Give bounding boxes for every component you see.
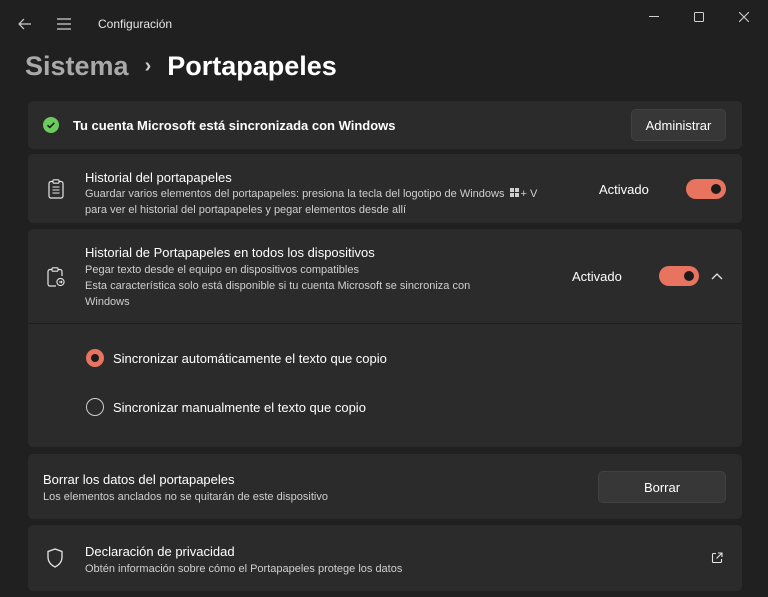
external-link-icon[interactable]: [709, 550, 725, 566]
close-icon: [739, 12, 749, 22]
clear-clipboard-description: Los elementos anclados no se quitarán de…: [43, 491, 328, 503]
sync-manual-label[interactable]: Sincronizar manualmente el texto que cop…: [113, 400, 366, 415]
clipboard-sync-title: Historial de Portapapeles en todos los d…: [85, 245, 375, 260]
close-button[interactable]: [721, 0, 767, 34]
clipboard-sync-description: Pegar texto desde el equipo en dispositi…: [85, 262, 555, 310]
section-divider: [28, 323, 742, 324]
sync-manual-radio[interactable]: [86, 398, 104, 416]
privacy-statement-card[interactable]: Declaración de privacidad Obtén informac…: [28, 525, 742, 591]
clipboard-history-desc-key: + V: [520, 188, 538, 200]
clipboard-sync-desc-line2: Esta característica solo está disponible…: [85, 280, 471, 292]
title-bar: Configuración: [0, 0, 768, 48]
breadcrumb-separator: ›: [144, 54, 152, 77]
minimize-button[interactable]: [631, 0, 677, 34]
clipboard-history-description: Guardar varios elementos del portapapele…: [85, 186, 595, 218]
clear-button[interactable]: Borrar: [598, 471, 726, 503]
sync-auto-radio[interactable]: [86, 349, 104, 367]
clear-clipboard-title: Borrar los datos del portapapeles: [43, 472, 235, 487]
clipboard-history-state: Activado: [599, 182, 649, 197]
clipboard-sync-icon: [46, 266, 66, 288]
clipboard-history-desc-line2: para ver el historial del portapapeles y…: [85, 204, 407, 216]
page-title: Portapapeles: [167, 50, 337, 81]
hamburger-menu-icon: [57, 18, 71, 30]
account-sync-banner: Tu cuenta Microsoft está sincronizada co…: [28, 101, 742, 149]
check-circle-icon: [43, 117, 59, 133]
clipboard-history-card: Historial del portapapeles Guardar vario…: [28, 154, 742, 223]
clear-clipboard-card: Borrar los datos del portapapeles Los el…: [28, 454, 742, 519]
menu-button[interactable]: [48, 8, 80, 40]
clipboard-sync-desc-line3: Windows: [85, 296, 130, 308]
clipboard-history-title: Historial del portapapeles: [85, 170, 232, 185]
manage-button[interactable]: Administrar: [631, 109, 726, 141]
privacy-title: Declaración de privacidad: [85, 544, 235, 559]
clipboard-sync-state: Activado: [572, 269, 622, 284]
maximize-button[interactable]: [676, 0, 722, 34]
back-arrow-icon: [18, 18, 31, 30]
windows-logo-icon: [509, 188, 519, 197]
sync-auto-label[interactable]: Sincronizar automáticamente el texto que…: [113, 351, 387, 366]
clipboard-sync-desc-line1: Pegar texto desde el equipo en dispositi…: [85, 264, 359, 276]
privacy-description: Obtén información sobre cómo el Portapap…: [85, 563, 403, 575]
shield-icon: [45, 547, 65, 569]
back-button[interactable]: [9, 8, 41, 40]
maximize-icon: [694, 12, 704, 22]
breadcrumb-parent[interactable]: Sistema: [25, 51, 129, 82]
clipboard-sync-toggle[interactable]: [659, 266, 699, 286]
account-sync-text: Tu cuenta Microsoft está sincronizada co…: [73, 118, 396, 133]
window-title: Configuración: [98, 17, 173, 31]
breadcrumb: Sistema › Portapapeles: [25, 46, 337, 86]
clipboard-history-toggle[interactable]: [686, 179, 726, 199]
chevron-up-icon[interactable]: [708, 267, 726, 285]
minimize-icon: [649, 16, 659, 17]
clipboard-icon: [46, 178, 66, 200]
clipboard-history-desc-line1: Guardar varios elementos del portapapele…: [85, 188, 505, 200]
